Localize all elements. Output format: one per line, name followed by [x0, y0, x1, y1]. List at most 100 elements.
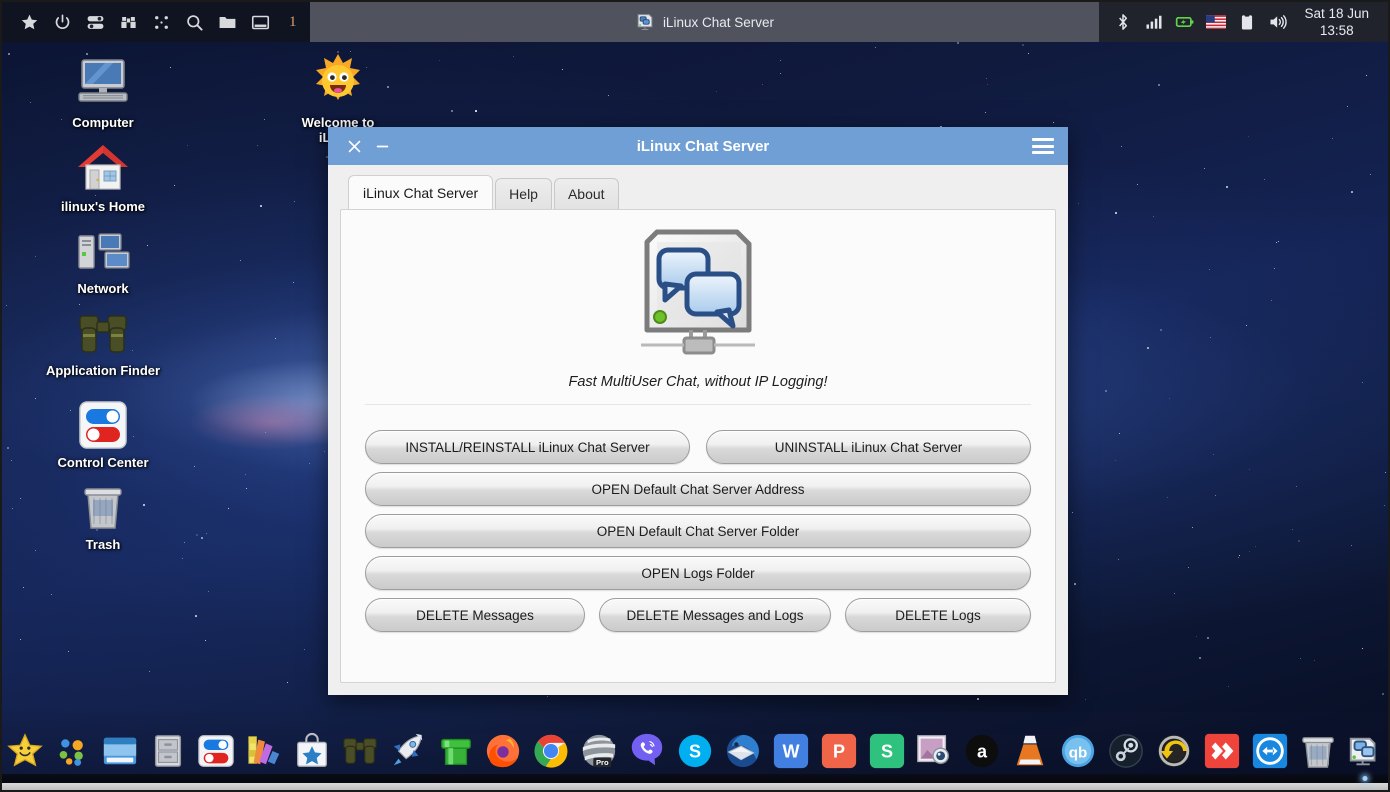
dock-item-software-store[interactable]: [289, 728, 334, 774]
dock-item-control-center[interactable]: [194, 728, 239, 774]
ilinux-chat-server-icon: [1350, 737, 1376, 766]
dock-running-indicator: [1362, 776, 1368, 781]
tab-ilinux-chat-server[interactable]: iLinux Chat Server: [348, 175, 494, 210]
binoculars-icon[interactable]: [119, 13, 138, 32]
workspaces-icon[interactable]: [152, 13, 171, 32]
wps-writer-icon: W: [773, 733, 808, 769]
dock-item-timeshift[interactable]: [1151, 728, 1196, 774]
open-logs-row: OPEN Logs Folder: [359, 556, 1037, 590]
desktop-icon-computer[interactable]: Computer: [33, 54, 173, 130]
dock-item-viber[interactable]: [625, 728, 670, 774]
dock-item-wps-presentation[interactable]: P: [816, 728, 861, 774]
home-icon: [33, 138, 173, 194]
firefox-icon: [487, 734, 520, 768]
battery-icon[interactable]: [1175, 12, 1195, 32]
dock-item-settings-manager[interactable]: [50, 728, 95, 774]
dock-item-trash[interactable]: [1295, 728, 1340, 774]
top-panel: 1 iLinux Chat Server Sat 18 Jun 13:58: [2, 2, 1388, 42]
thunderbird-icon: [726, 734, 760, 768]
clipboard-icon[interactable]: [1237, 12, 1257, 32]
trash-icon: [33, 476, 173, 532]
desktop-icon-home[interactable]: ilinux's Home: [33, 138, 173, 214]
svg-text:S: S: [881, 742, 893, 762]
dock-item-opera-pro[interactable]: Pro: [577, 728, 622, 774]
dock-item-green-pipe[interactable]: [433, 728, 478, 774]
close-icon[interactable]: [340, 132, 368, 160]
app-logo: [359, 222, 1037, 362]
dock-item-skype[interactable]: S: [673, 728, 718, 774]
tab-help[interactable]: Help: [495, 178, 552, 210]
dock-item-file-manager[interactable]: [146, 728, 191, 774]
desktop-icon-label: Trash: [85, 537, 121, 552]
wps-spreadsheet-icon: S: [869, 733, 904, 769]
clock[interactable]: Sat 18 Jun 13:58: [1299, 5, 1378, 39]
power-icon[interactable]: [53, 13, 72, 32]
dock-item-vlc[interactable]: [1008, 728, 1053, 774]
panel-launchers: [2, 2, 276, 42]
svg-text:qb: qb: [1069, 745, 1088, 762]
dock-item-wps-spreadsheet[interactable]: S: [864, 728, 909, 774]
svg-text:S: S: [689, 742, 701, 762]
dock-item-launcher-rocket[interactable]: [385, 728, 430, 774]
install-button-row: INSTALL/REINSTALL iLinux Chat Server UNI…: [359, 430, 1037, 464]
volume-icon[interactable]: [1268, 12, 1288, 32]
delete-messages-button[interactable]: DELETE Messages: [365, 598, 585, 632]
show-desktop-icon[interactable]: [251, 13, 270, 32]
settings-toggle-icon[interactable]: [86, 13, 105, 32]
dock-item-audacious[interactable]: a: [960, 728, 1005, 774]
workspace-indicator[interactable]: 1: [276, 2, 310, 42]
dock-item-window-manager[interactable]: [98, 728, 143, 774]
vlc-icon: [1016, 735, 1044, 766]
desktop-icon-app-finder[interactable]: Application Finder: [33, 302, 173, 378]
dock-item-steam[interactable]: [1104, 728, 1149, 774]
dock-strip: [2, 774, 1388, 790]
search-icon[interactable]: [185, 13, 204, 32]
open-default-chat-server-address-button[interactable]: OPEN Default Chat Server Address: [365, 472, 1031, 506]
dock-item-ilinux-chat-server[interactable]: [1343, 728, 1388, 781]
desktop-icon-label: Computer: [72, 115, 134, 130]
open-logs-folder-button[interactable]: OPEN Logs Folder: [365, 556, 1031, 590]
dock-item-qbittorrent[interactable]: qb: [1056, 728, 1101, 774]
dock-item-whisker-star-menu[interactable]: [2, 728, 47, 774]
wps-presentation-icon: P: [821, 733, 856, 769]
dock-item-application-finder[interactable]: [337, 728, 382, 774]
audacious-icon: a: [966, 734, 999, 768]
launcher-rocket-icon: [393, 733, 422, 766]
dock-item-teamviewer[interactable]: [1247, 728, 1292, 774]
minimize-icon[interactable]: [368, 132, 396, 160]
dock-item-theme-designer[interactable]: [242, 728, 287, 774]
desktop-icon-trash[interactable]: Trash: [33, 476, 173, 552]
image-viewer-icon: [917, 735, 950, 765]
dock-item-thunderbird[interactable]: [720, 728, 765, 774]
svg-text:W: W: [782, 742, 799, 762]
green-pipe-icon: [440, 738, 471, 765]
open-default-chat-server-folder-button[interactable]: OPEN Default Chat Server Folder: [365, 514, 1031, 548]
dock-item-firefox[interactable]: [481, 728, 526, 774]
welcome-icon: [268, 54, 408, 110]
delete-logs-button[interactable]: DELETE Logs: [845, 598, 1031, 632]
dock-item-anydesk[interactable]: [1199, 728, 1244, 774]
dock-item-image-viewer[interactable]: [912, 728, 957, 774]
desktop-icon-label: Application Finder: [45, 363, 161, 378]
signal-bars-icon[interactable]: [1144, 12, 1164, 32]
folder-icon[interactable]: [218, 13, 237, 32]
bluetooth-icon[interactable]: [1113, 12, 1133, 32]
desktop-icon-control-center[interactable]: Control Center: [33, 394, 173, 470]
steam-icon: [1109, 734, 1143, 768]
desktop-screen: Computer ilinux's Home Network Application …: [0, 0, 1390, 792]
install-reinstall-button[interactable]: INSTALL/REINSTALL iLinux Chat Server: [365, 430, 690, 464]
uninstall-button[interactable]: UNINSTALL iLinux Chat Server: [706, 430, 1031, 464]
google-chrome-icon: [534, 734, 568, 768]
hamburger-menu-icon[interactable]: [1032, 138, 1054, 154]
svg-text:a: a: [977, 742, 988, 762]
tab-about[interactable]: About: [553, 178, 619, 210]
dock-item-google-chrome[interactable]: [529, 728, 574, 774]
window-title: iLinux Chat Server: [636, 137, 770, 155]
delete-messages-and-logs-button[interactable]: DELETE Messages and Logs: [599, 598, 831, 632]
star-menu-icon[interactable]: [20, 13, 39, 32]
dock-item-wps-writer[interactable]: W: [768, 728, 813, 774]
us-flag-icon[interactable]: [1206, 12, 1227, 32]
task-button-chat-server[interactable]: iLinux Chat Server: [635, 12, 774, 32]
app-finder-icon: [33, 302, 173, 358]
desktop-icon-network[interactable]: Network: [33, 220, 173, 296]
